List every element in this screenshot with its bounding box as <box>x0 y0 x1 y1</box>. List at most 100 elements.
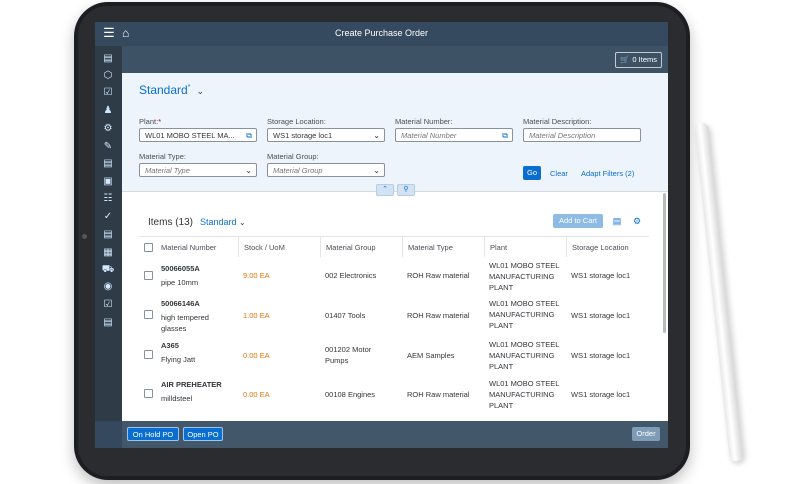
material-group: 00108 Engines <box>325 390 376 399</box>
collapse-header-icon[interactable]: ⌃ <box>376 184 394 196</box>
column-header[interactable]: Storage Location <box>566 237 649 258</box>
material-type-select[interactable]: Material Type ⌄ <box>139 163 257 177</box>
chevron-down-icon: ⌄ <box>245 166 252 175</box>
storage-location: WS1 storage loc1 <box>571 311 631 320</box>
material-description: pipe 10mm <box>161 278 199 287</box>
plant-label: Plant:* <box>139 117 162 126</box>
table-row[interactable]: AIR PREHEATER milldsteel 0.00 EA 00108 E… <box>139 375 649 415</box>
storage-location-select[interactable]: WS1 storage loc1 ⌄ <box>267 128 385 142</box>
nav-item-icon[interactable]: ▤ <box>101 228 115 242</box>
camera-dot <box>82 234 87 239</box>
material-group-select[interactable]: Material Group ⌄ <box>267 163 385 177</box>
nav-item-icon[interactable]: ☷ <box>101 192 115 206</box>
column-header[interactable]: Plant <box>484 237 566 258</box>
plant: WL01 MOBO STEEL MANUFACTURING PLANT <box>489 379 560 410</box>
plant: WL01 MOBO STEEL MANUFACTURING PLANT <box>489 299 560 330</box>
clear-button[interactable]: Clear <box>550 169 568 178</box>
settings-gear-icon[interactable]: ⚙ <box>630 214 644 228</box>
table-row[interactable]: 50066055A pipe 10mm 9.00 EA 002 Electron… <box>139 257 649 296</box>
material-type: AEM Samples <box>407 351 455 360</box>
material-number: A365 <box>161 341 179 350</box>
nav-item-icon[interactable]: ⬡ <box>101 69 115 83</box>
chevron-down-icon: ⌄ <box>196 86 204 96</box>
go-button[interactable]: Go <box>523 166 541 180</box>
stock-value: 0.00 EA <box>243 390 270 399</box>
material-description-label: Material Description: <box>523 117 592 126</box>
truck-icon[interactable]: ⛟ <box>101 263 115 277</box>
column-header[interactable]: Material Group <box>320 237 402 258</box>
plant: WL01 MOBO STEEL MANUFACTURING PLANT <box>489 261 560 292</box>
row-checkbox[interactable] <box>144 389 153 398</box>
on-hold-po-button[interactable]: On Hold PO <box>127 427 179 441</box>
filter-bar: Standard* ⌄ Plant:* WL01 MOBO STEEL MA...… <box>122 73 668 192</box>
stock-value: 0.00 EA <box>243 351 270 360</box>
open-po-button[interactable]: Open PO <box>183 427 223 441</box>
side-navigation: ▤ ⬡ ☑ ♟ ⚙ ✎ ▤ ▣ ☷ ✓ ▤ ▦ ⛟ ◉ ☑ ▤ <box>95 46 122 448</box>
export-icon[interactable]: ▤ <box>610 214 624 228</box>
nav-item-icon[interactable]: ✓ <box>101 210 115 224</box>
select-all-checkbox[interactable] <box>144 243 153 252</box>
row-checkbox[interactable] <box>144 350 153 359</box>
storage-location: WS1 storage loc1 <box>571 351 631 360</box>
nav-item-icon[interactable]: ✎ <box>101 140 115 154</box>
nav-item-icon[interactable]: ☑ <box>101 86 115 100</box>
plant-field[interactable]: WL01 MOBO STEEL MA... ⧉ <box>139 128 257 142</box>
material-description: high tempered glasses <box>161 313 209 333</box>
column-header[interactable]: Material Type <box>402 237 484 258</box>
scrollbar[interactable] <box>663 193 666 333</box>
table-row[interactable]: A365 Flying Jatt 0.00 EA 001202 Motor Pu… <box>139 336 649 376</box>
adapt-filters-button[interactable]: Adapt Filters (2) <box>581 169 634 178</box>
material-group: 002 Electronics <box>325 271 377 280</box>
nav-item-icon[interactable]: ▤ <box>101 157 115 171</box>
cart-button[interactable]: 🛒 0 Items <box>615 52 662 68</box>
material-group: 001202 Motor Pumps <box>325 345 372 365</box>
shell-bar: ☰ ⌂ Create Purchase Order <box>95 22 668 46</box>
material-group-label: Material Group: <box>267 152 319 161</box>
cart-icon: 🛒 <box>620 55 630 64</box>
column-header[interactable]: Stock / UoM <box>238 237 320 258</box>
nav-item-icon[interactable]: ▣ <box>101 175 115 189</box>
stock-value: 1.00 EA <box>243 311 270 320</box>
nav-item-icon[interactable]: ▤ <box>101 52 115 66</box>
material-number-label: Material Number: <box>395 117 453 126</box>
row-checkbox[interactable] <box>144 271 153 280</box>
material-number: 50066055A <box>161 264 200 273</box>
stylus-pencil <box>694 122 744 462</box>
variant-label: Standard <box>139 83 188 97</box>
storage-location: WS1 storage loc1 <box>571 390 631 399</box>
material-number-input[interactable]: Material Number ⧉ <box>395 128 513 142</box>
column-header[interactable]: Material Number <box>156 237 238 258</box>
nav-item-icon[interactable]: ◉ <box>101 280 115 294</box>
nav-item-icon[interactable]: ☑ <box>101 298 115 312</box>
row-checkbox[interactable] <box>144 310 153 319</box>
nav-item-icon[interactable]: ▦ <box>101 246 115 260</box>
table-variant-selector[interactable]: Standard ⌄ <box>200 217 246 227</box>
material-type: ROH Raw material <box>407 390 470 399</box>
sub-header: 🛒 0 Items <box>122 46 668 73</box>
chevron-down-icon: ⌄ <box>373 131 380 140</box>
items-title: Items (13) <box>148 217 194 228</box>
value-help-icon: ⧉ <box>246 131 252 140</box>
material-type-label: Material Type: <box>139 152 186 161</box>
pin-icon[interactable]: ⚲ <box>397 184 415 196</box>
material-group: 01407 Tools <box>325 311 366 320</box>
chevron-down-icon: ⌄ <box>373 166 380 175</box>
variant-modified-marker: * <box>187 84 191 91</box>
nav-item-icon[interactable]: ♟ <box>101 104 115 118</box>
add-to-cart-button[interactable]: Add to Cart <box>553 214 603 228</box>
material-type: ROH Raw material <box>407 311 470 320</box>
material-number: AIR PREHEATER <box>161 380 222 389</box>
variant-selector[interactable]: Standard* ⌄ <box>139 83 204 97</box>
material-description: milldsteel <box>161 394 193 403</box>
table-header: Material Number Stock / UoM Material Gro… <box>139 236 649 259</box>
app-screen: ☰ ⌂ Create Purchase Order ▤ ⬡ ☑ ♟ ⚙ ✎ ▤ … <box>95 22 668 448</box>
material-description: Flying Jatt <box>161 355 196 364</box>
order-button[interactable]: Order <box>632 427 660 441</box>
nav-item-icon[interactable]: ▤ <box>101 316 115 330</box>
stock-value: 9.00 EA <box>243 271 270 280</box>
material-number: 50066146A <box>161 299 200 308</box>
table-row[interactable]: 50066146A high tempered glasses 1.00 EA … <box>139 295 649 337</box>
nav-item-icon[interactable]: ⚙ <box>101 122 115 136</box>
chevron-down-icon: ⌄ <box>239 218 246 227</box>
material-description-input[interactable]: Material Description <box>523 128 641 142</box>
